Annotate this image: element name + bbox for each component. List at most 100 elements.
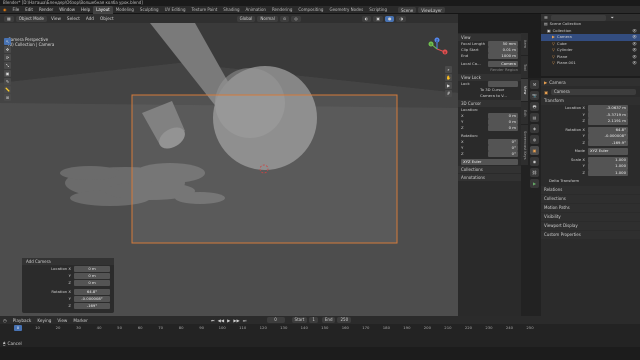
op-rotation-z[interactable]: -169° [74, 303, 110, 309]
playback-menu[interactable]: Playback [10, 318, 35, 323]
scale-tool-icon[interactable]: ⤡ [4, 62, 11, 69]
workspace-tab-modeling[interactable]: Modeling [113, 6, 137, 14]
output-icon[interactable]: 🖶 [530, 102, 539, 111]
menu-file[interactable]: File [10, 6, 23, 14]
outliner-row-plane-001[interactable]: ▽ Plane.001 👁 [541, 60, 640, 67]
visibility-eye-icon[interactable]: 👁 [632, 60, 640, 67]
start-frame-field[interactable]: 1 [309, 317, 318, 323]
workspace-tab-shading[interactable]: Shading [220, 6, 242, 14]
workspace-tab-geometry-nodes[interactable]: Geometry Nodes [326, 6, 366, 14]
next-key-icon[interactable]: ▶▶ [233, 318, 239, 323]
cursor-tool-icon[interactable]: ✥ [4, 46, 11, 53]
play-icon[interactable]: ▶ [227, 318, 230, 323]
current-frame-field[interactable]: 0 [266, 317, 285, 323]
timeline-view-menu[interactable]: View [54, 318, 70, 323]
view-lock-section-header[interactable]: View Lock [458, 74, 521, 81]
xray-icon[interactable]: ▣ [373, 15, 383, 22]
transform-tool-icon[interactable]: ▣ [4, 70, 11, 77]
op-location-x[interactable]: 0 m [74, 266, 110, 272]
jump-start-icon[interactable]: ⏮ [211, 318, 215, 323]
3d-cursor-section-header[interactable]: 3D Cursor [458, 100, 521, 107]
orientation-selector[interactable]: Global [236, 15, 256, 22]
prev-key-icon[interactable]: ◀◀ [218, 318, 224, 323]
rotation-mode-dropdown[interactable]: XYZ Euler [588, 148, 628, 155]
annotate-tool-icon[interactable]: ✎ [4, 78, 11, 85]
tab-edit[interactable]: Edit [521, 102, 528, 124]
workspace-tab-texture-paint[interactable]: Texture Paint [188, 6, 220, 14]
menu-edit[interactable]: Edit [22, 6, 36, 14]
timeline-ruler[interactable]: 0 10 20 30 40 50 60 70 80 90 100 110 120 130 140 150 160… [16, 324, 534, 331]
rotation-z-field[interactable]: -169.9° [588, 139, 628, 146]
workspace-tab-layout[interactable]: Layout [93, 5, 113, 14]
filter-icon[interactable]: ⏷ [611, 15, 614, 20]
physics-icon[interactable]: ◉ [530, 157, 539, 166]
workspace-tab-sculpting[interactable]: Sculpting [137, 6, 162, 14]
scale-z-field[interactable]: 1.000 [588, 169, 628, 176]
location-x-field[interactable]: -3.0637 m [588, 105, 628, 112]
operator-panel-title[interactable]: Add Camera [22, 258, 114, 265]
rotation-y-field[interactable]: -0.000008° [588, 133, 628, 140]
workspace-tab-compositing[interactable]: Compositing [295, 6, 326, 14]
motion-paths-section-header[interactable]: Motion Paths [541, 203, 640, 212]
view-layer-icon[interactable]: ▤ [530, 113, 539, 122]
add-menu[interactable]: Add [83, 16, 97, 21]
location-z-field[interactable]: 2.1191 m [588, 118, 628, 125]
shading-solid-icon[interactable]: ● [384, 15, 395, 22]
add-cube-tool-icon[interactable]: ⊞ [4, 94, 11, 101]
overlays-icon[interactable]: ◐ [361, 15, 372, 22]
render-icon[interactable]: 📷 [530, 91, 539, 100]
menu-help[interactable]: Help [78, 6, 93, 14]
tool-settings-icon[interactable]: ⚒ [530, 80, 539, 89]
camera-data-icon[interactable]: ▶ [530, 179, 539, 188]
view-menu[interactable]: View [48, 16, 64, 21]
relations-section-header[interactable]: Relations [541, 185, 640, 194]
custom-properties-section-header[interactable]: Custom Properties [541, 230, 640, 239]
scene-selector[interactable]: Scene [398, 6, 417, 13]
op-rotation-x[interactable]: 64.8° [74, 289, 110, 295]
annotations-section-header[interactable]: Annotations [458, 174, 521, 181]
workspace-tab-rendering[interactable]: Rendering [269, 6, 295, 14]
pivot-selector[interactable]: Normal [257, 15, 278, 22]
cursor-rotation-z[interactable]: 0° [488, 151, 518, 157]
keying-menu[interactable]: Keying [34, 318, 54, 323]
delta-transform-subpanel[interactable]: Delta Transform [549, 178, 579, 185]
object-name-field[interactable]: Camera [550, 89, 636, 95]
tab-view[interactable]: View [521, 79, 528, 101]
workspace-tab-scripting[interactable]: Scripting [366, 6, 390, 14]
lock-camera-to-view-checkbox[interactable]: Camera to V... [480, 93, 507, 99]
grid-icon[interactable]: # [445, 90, 452, 97]
select-menu[interactable]: Select [64, 16, 83, 21]
select-box-tool-icon[interactable]: ↖ [4, 38, 11, 45]
outliner-editor-icon[interactable]: ☰ [544, 15, 548, 20]
render-region-checkbox[interactable]: Render Region [490, 67, 518, 73]
timeline-editor-icon[interactable]: ◷ [3, 318, 7, 323]
tab-item[interactable]: Item [521, 33, 528, 55]
snap-icon[interactable]: ⊙ [279, 15, 290, 22]
measure-tool-icon[interactable]: 📏 [4, 86, 11, 93]
proportional-icon[interactable]: ◎ [291, 15, 301, 22]
pan-hand-icon[interactable]: ✋ [445, 74, 452, 81]
op-location-y[interactable]: 0 m [74, 273, 110, 279]
viewlayer-selector[interactable]: ViewLayer [418, 6, 445, 13]
navigation-gizmo[interactable]: X Z Y [425, 37, 449, 61]
object-properties-icon[interactable]: ▣ [530, 146, 539, 155]
clip-end-field[interactable]: 1000 m [488, 53, 518, 59]
tab-screencast-keys[interactable]: Screencast Keys [521, 125, 528, 165]
blender-logo-icon[interactable]: ◉ [0, 6, 10, 14]
collections-section-header[interactable]: Collections [458, 166, 521, 173]
object-menu[interactable]: Object [97, 16, 117, 21]
3d-viewport[interactable]: Camera Perspective (0) Collection | Came… [0, 23, 458, 316]
marker-menu[interactable]: Marker [70, 318, 90, 323]
viewport-display-section-header[interactable]: Viewport Display [541, 221, 640, 230]
scene-icon[interactable]: ◈ [530, 124, 539, 133]
scale-y-field[interactable]: 1.000 [588, 163, 628, 170]
outliner-search-input[interactable] [550, 14, 606, 21]
camera-view-icon[interactable]: ▶ [445, 82, 452, 89]
menu-window[interactable]: Window [56, 6, 78, 14]
cursor-rotation-mode[interactable]: XYZ Euler [461, 159, 518, 165]
playhead[interactable]: 0 [14, 325, 22, 331]
cursor-location-z[interactable]: 0 m [488, 125, 518, 131]
mode-selector[interactable]: Object Mode [15, 15, 47, 22]
shading-material-icon[interactable]: ◑ [396, 15, 406, 22]
transform-section-header[interactable]: Transform [541, 97, 640, 105]
